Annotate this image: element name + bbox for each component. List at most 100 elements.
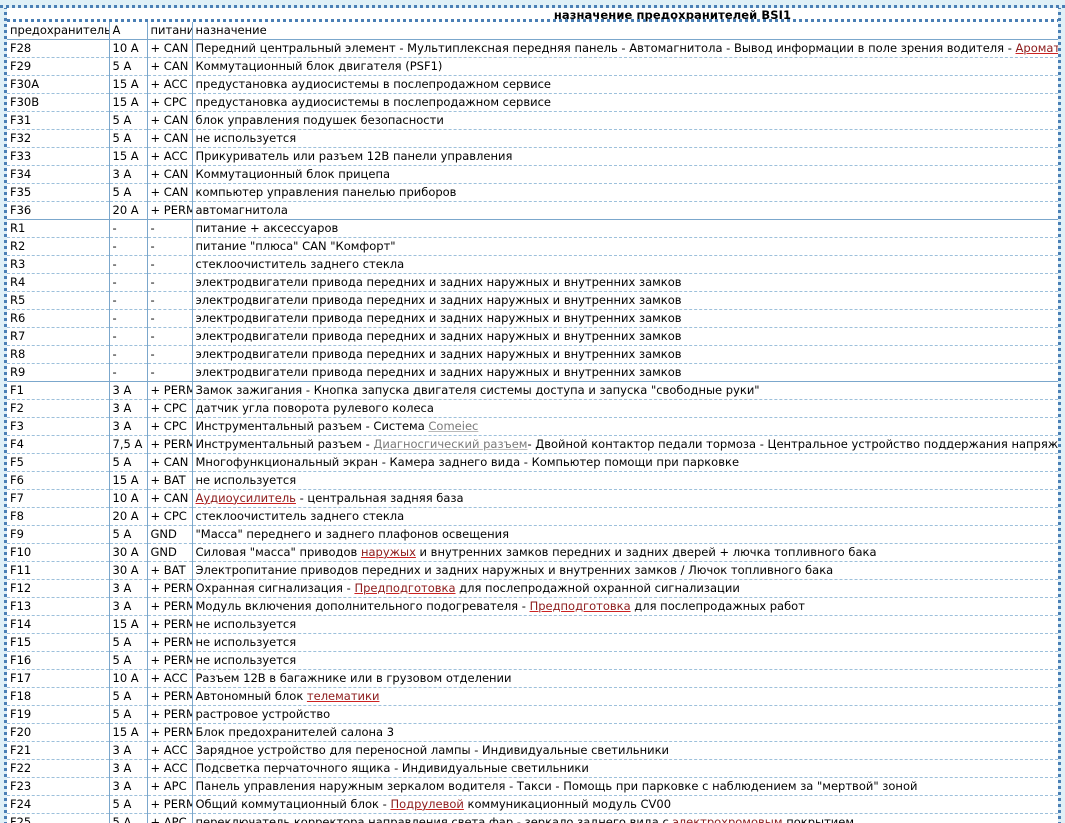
cell-description: предустановка аудиосистемы в послепродаж…	[192, 93, 1058, 112]
cell-fuse-id: F31	[7, 111, 110, 130]
page-band-top	[0, 0, 1065, 8]
cell-fuse-id: F36	[7, 201, 110, 220]
cell-fuse-id: F30A	[7, 75, 110, 94]
table-row: F3 3 A + CPC Инструментальный разъем - Сист…	[7, 417, 1058, 436]
cell-amperage: -	[109, 219, 148, 238]
cell-description: Разъем 12В в багажнике или в грузовом от…	[192, 669, 1058, 688]
table-row: R3- - стеклоочиститель заднего стекла	[7, 255, 1058, 274]
cell-amperage: 3 A	[109, 597, 148, 616]
cell-fuse-id: F25	[7, 813, 110, 823]
cell-fuse-id: R5	[7, 291, 110, 310]
cell-power-type: -	[147, 237, 193, 256]
cell-fuse-id: F33	[7, 147, 110, 166]
table-row: R1- - питание + аксессуаров	[7, 219, 1058, 238]
cell-amperage: 20 A	[109, 201, 148, 220]
cell-power-type: + PERM	[147, 687, 193, 706]
cell-power-type: + PERM	[147, 723, 193, 742]
table-row: F6 15 A + BAT не используется	[7, 471, 1058, 490]
cell-amperage: 30 A	[109, 561, 148, 580]
cell-amperage: -	[109, 363, 148, 382]
cell-amperage: 15 A	[109, 723, 148, 742]
table-row: F25 5 A + APC переключатель корректора напр…	[7, 813, 1058, 823]
cell-description: Охранная сигнализация - Предподготовка д…	[192, 579, 1058, 598]
table-header-row: предохранительAпитаниеназначение	[7, 22, 1058, 40]
table-row: F29 5 A + CAN Коммутационный блок двигателя…	[7, 57, 1058, 76]
cell-description: Блок предохранителей салона 3	[192, 723, 1058, 742]
cell-amperage: 3 A	[109, 417, 148, 436]
cell-description: электродвигатели привода передних и задн…	[192, 345, 1058, 364]
cell-description: Модуль включения дополнительного подогре…	[192, 597, 1058, 616]
document-page: назначение предохранителей BSI1 предохра…	[0, 0, 1065, 823]
cell-power-type: + CPC	[147, 507, 193, 526]
cell-amperage: 5 A	[109, 453, 148, 472]
table-row: F35 5 A + CAN компьютер управления панелью …	[7, 183, 1058, 202]
table-row: F1 3 A + PERM Замок зажигания - Кнопка запу…	[7, 381, 1058, 400]
cell-power-type: + PERM	[147, 795, 193, 814]
cell-description: растровое устройство	[192, 705, 1058, 724]
cell-power-type: -	[147, 255, 193, 274]
cell-description: питание "плюса" CAN "Комфорт"	[192, 237, 1058, 256]
cell-amperage: 7,5 A	[109, 435, 148, 454]
table-row: F2 3 A + CPC датчик угла поворота рулевого …	[7, 399, 1058, 418]
cell-description: не используется	[192, 615, 1058, 634]
cell-amperage: 10 A	[109, 39, 148, 58]
cell-description: Общий коммутационный блок - Подрулевой к…	[192, 795, 1058, 814]
table-row: F18 5 A + PERM Автономный блок телематики	[7, 687, 1058, 706]
description-text: для послепродажных работ	[630, 599, 805, 613]
cell-description: автомагнитола	[192, 201, 1058, 220]
table-row: F5 5 A + CAN Многофункциональный экран - Ка…	[7, 453, 1058, 472]
cell-power-type: + PERM	[147, 579, 193, 598]
table-row: F12 3 A + PERM Охранная сигнализация - Пред…	[7, 579, 1058, 598]
table-row: F8 20 A + CPC стеклоочиститель заднего стек…	[7, 507, 1058, 526]
cell-fuse-id: F10	[7, 543, 110, 562]
spellcheck-flagged-word: электрохромовым	[672, 815, 783, 823]
cell-description: "Масса" переднего и заднего плафонов осв…	[192, 525, 1058, 544]
cell-fuse-id: F2	[7, 399, 110, 418]
cell-power-type: + BAT	[147, 561, 193, 580]
table-row: F7 10 A + CAN Аудиоусилитель - центральная …	[7, 489, 1058, 508]
cell-amperage: 5 A	[109, 183, 148, 202]
cell-amperage: 3 A	[109, 165, 148, 184]
cell-amperage: 5 A	[109, 705, 148, 724]
cell-amperage: 5 A	[109, 129, 148, 148]
cell-description: Инструментальный разъем - Диагносгически…	[192, 435, 1058, 454]
column-header-power: питание	[147, 22, 193, 40]
spellcheck-flagged-word-faint: Comeiec	[428, 419, 479, 433]
cell-power-type: + CAN	[147, 39, 193, 58]
cell-power-type: + CAN	[147, 57, 193, 76]
cell-description: электродвигатели привода передних и задн…	[192, 273, 1058, 292]
cell-description: Аудиоусилитель - центральная задняя база	[192, 489, 1058, 508]
cell-power-type: + PERM	[147, 651, 193, 670]
table-row: F11 30 A + BAT Электропитание приводов пере…	[7, 561, 1058, 580]
table-row: F22 3 A + ACC Подсветка перчаточного ящика …	[7, 759, 1058, 778]
description-text: Силовая "масса" приводов	[195, 545, 361, 559]
cell-description: Коммутационный блок прицепа	[192, 165, 1058, 184]
cell-power-type: + ACC	[147, 741, 193, 760]
cell-description: Инструментальный разъем - Система Comeie…	[192, 417, 1058, 436]
cell-description: Панель управления наружным зеркалом води…	[192, 777, 1058, 796]
cell-fuse-id: R3	[7, 255, 110, 274]
cell-power-type: + CPC	[147, 93, 193, 112]
cell-description: питание + аксессуаров	[192, 219, 1058, 238]
cell-fuse-id: F21	[7, 741, 110, 760]
table-row: R9- - электродвигатели привода передних и …	[7, 363, 1058, 382]
description-text: - центральная задняя база	[295, 491, 464, 505]
table-row: F32 5 A + CAN не используется	[7, 129, 1058, 148]
cell-power-type: GND	[147, 525, 193, 544]
cell-description: датчик угла поворота рулевого колеса	[192, 399, 1058, 418]
cell-fuse-id: F7	[7, 489, 110, 508]
cell-fuse-id: F15	[7, 633, 110, 652]
cell-amperage: 15 A	[109, 147, 148, 166]
cell-fuse-id: F14	[7, 615, 110, 634]
description-text: для послепродажной охранной сигнализации	[455, 581, 740, 595]
cell-fuse-id: F13	[7, 597, 110, 616]
cell-description: Силовая "масса" приводов наружых и внутр…	[192, 543, 1058, 562]
cell-amperage: -	[109, 345, 148, 364]
cell-amperage: 5 A	[109, 687, 148, 706]
table-row: F13 3 A + PERM Модуль включения дополнитель…	[7, 597, 1058, 616]
cell-amperage: -	[109, 309, 148, 328]
cell-description: Замок зажигания - Кнопка запуска двигате…	[192, 381, 1058, 400]
cell-power-type: + PERM	[147, 705, 193, 724]
cell-power-type: -	[147, 273, 193, 292]
description-text: - Двойной контактор педали тормоза - Цен…	[527, 437, 1058, 451]
